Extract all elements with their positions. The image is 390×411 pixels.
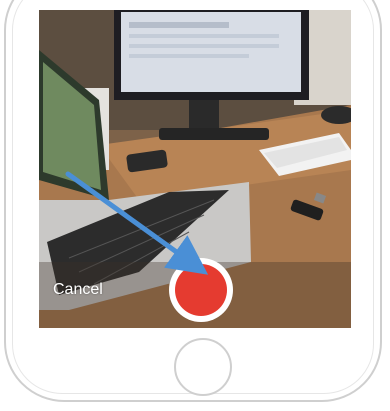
record-indicator [175, 264, 227, 316]
home-button[interactable] [174, 338, 232, 396]
record-button[interactable] [169, 258, 233, 322]
cancel-button[interactable]: Cancel [53, 281, 103, 299]
camera-viewfinder: Cancel [39, 10, 351, 328]
